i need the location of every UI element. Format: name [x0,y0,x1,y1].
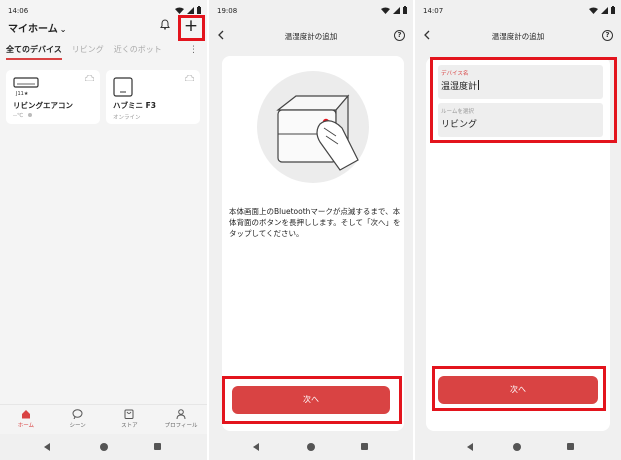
device-name: リビングエアコン [13,101,73,110]
nav-back-icon[interactable] [44,443,50,451]
device-status: オンライン [113,115,141,121]
nav-recents-icon[interactable] [154,443,161,450]
status-time: 19:08 [217,7,238,15]
device-name-field[interactable]: デバイス名 温湿度計 [438,65,603,99]
wifi-icon [381,7,390,14]
nav-home-icon[interactable] [307,443,315,451]
device-status: --℃ [13,113,32,119]
status-icons [381,5,407,15]
system-nav-bar [415,434,621,460]
status-icons [175,5,201,15]
device-card-aircon[interactable]: J11★ リビングエアコン --℃ [6,70,100,124]
status-bar: 14:07 [415,0,621,22]
next-button[interactable]: 次へ [232,386,390,414]
bottom-tab-bar: ホーム シーン ストア プロフィール [0,404,207,434]
top-app-bar: 温湿度計の追加 ? [415,22,621,50]
scene-icon [72,409,83,419]
home-icon [21,410,30,419]
home-selector[interactable]: マイホーム ⌄ [8,20,66,35]
add-device-button[interactable]: + [180,16,202,38]
top-app-bar: 温湿度計の追加 ? [209,22,413,50]
aircon-display-text: J11★ [15,91,29,97]
page-title: 温湿度計の追加 [491,32,545,41]
cloud-icon [85,75,94,81]
signal-icon [393,6,400,14]
bottom-tab-label: ホーム [17,423,35,429]
status-bar: 19:08 [209,0,413,22]
tab-living[interactable]: リビング [72,44,104,60]
bottom-tab-store[interactable]: ストア [104,405,156,434]
profile-icon [176,409,186,419]
nav-home-icon[interactable] [513,443,521,451]
device-button-illustration [257,71,369,183]
add-thermometer-name-screen: 14:07 温湿度計の追加 ? デバイス名 温湿度計 ルームを選択 リビング 次… [415,0,621,460]
wifi-icon [175,7,184,14]
nav-back-icon[interactable] [253,443,259,451]
help-icon[interactable]: ? [602,30,613,41]
status-time: 14:06 [8,7,29,15]
bottom-tab-home[interactable]: ホーム [0,405,52,434]
battery-icon [197,6,201,14]
bottom-tab-scene[interactable]: シーン [52,405,104,434]
nav-recents-icon[interactable] [567,443,574,450]
home-screen: 14:06 マイホーム ⌄ + 全てのデバイス リビング 近くのボット ⋮ J11… [0,0,207,460]
air-conditioner-icon: J11★ [13,77,39,97]
next-button[interactable]: 次へ [438,376,598,404]
room-select-field[interactable]: ルームを選択 リビング [438,103,603,137]
nav-recents-icon[interactable] [361,443,368,450]
wifi-icon [589,7,598,14]
nav-home-icon[interactable] [100,443,108,451]
bell-icon[interactable] [160,19,170,30]
back-arrow-icon[interactable] [423,30,430,40]
system-nav-bar [209,434,413,460]
bottom-tab-label: シーン [69,423,86,429]
home-title: マイホーム [8,24,58,35]
device-name-input[interactable]: 温湿度計 [441,82,477,92]
room-select-value[interactable]: リビング [441,117,477,130]
tab-all-devices[interactable]: 全てのデバイス [6,44,62,60]
add-thermometer-instructions-screen: 19:08 温湿度計の追加 ? 本体画面上のBluetoothマークが点滅するま… [209,0,413,460]
store-icon [124,409,134,419]
device-name-label: デバイス名 [441,71,469,77]
back-arrow-icon[interactable] [217,30,224,40]
more-options-icon[interactable]: ⋮ [189,45,198,55]
temperature-value: --℃ [13,113,24,119]
bottom-tab-label: ストア [121,423,138,429]
system-nav-bar [0,434,207,460]
status-icons [589,5,615,15]
cloud-icon [185,75,194,81]
device-card-hub-mini[interactable]: ハブミニ F3 オンライン [106,70,200,124]
device-name: ハブミニ F3 [113,101,156,110]
bottom-tab-profile[interactable]: プロフィール [155,405,207,434]
battery-icon [611,6,615,14]
status-bar: 14:06 [0,0,207,22]
text-caret [478,80,480,90]
battery-icon [403,6,407,14]
tab-nearby-bots[interactable]: 近くのボット [114,44,162,60]
signal-icon [187,6,194,14]
bottom-tab-label: プロフィール [164,423,198,429]
nav-back-icon[interactable] [467,443,473,451]
instruction-card [222,56,404,431]
room-tabs: 全てのデバイス リビング 近くのボット [6,44,162,60]
page-title: 温湿度計の追加 [284,32,338,41]
help-icon[interactable]: ? [394,30,405,41]
signal-icon [601,6,608,14]
room-select-label: ルームを選択 [441,109,474,115]
instruction-text: 本体画面上のBluetoothマークが点滅するまで、本体背面のボタンを長押ししま… [229,207,401,238]
chevron-down-icon: ⌄ [59,25,67,34]
status-time: 14:07 [423,7,444,15]
hub-mini-icon [113,77,133,97]
humidity-icon [27,113,32,117]
